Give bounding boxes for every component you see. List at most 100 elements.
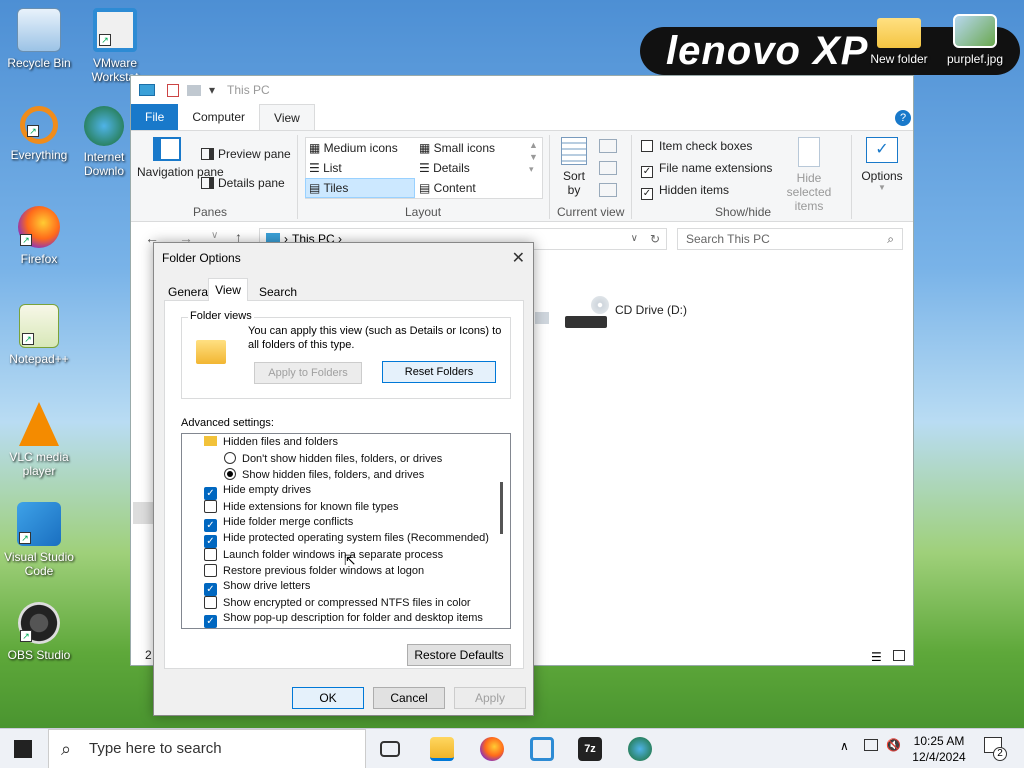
internet-download-taskbar-icon[interactable] (628, 737, 652, 761)
reset-folders-button[interactable]: Reset Folders (382, 361, 496, 383)
checkbox-checked[interactable]: ✓ (641, 166, 653, 178)
desktop-icon-vlc[interactable]: VLC media player (0, 402, 78, 478)
desktop-icon-recycle-bin[interactable]: Recycle Bin (0, 8, 78, 70)
cd-drive-item[interactable]: CD Drive (D:) (565, 296, 725, 332)
group-label-panes: Panes (193, 205, 228, 219)
layout-tiles[interactable]: ▤ Tiles (309, 181, 348, 195)
recent-locations-icon[interactable]: ∨ (211, 230, 218, 241)
mouse-cursor-icon: ⇱ (344, 552, 356, 568)
layout-medium-icons[interactable]: ▦ Medium icons (309, 141, 398, 155)
tab-search[interactable]: Search (259, 285, 297, 299)
show-hidden-icons-icon[interactable]: ∧ (840, 739, 849, 753)
setting-restore-previous-windows[interactable]: Restore previous folder windows at logon (204, 564, 424, 577)
taskbar-search-input[interactable]: ⌕ Type here to search (48, 729, 366, 768)
drive-partial-icon (535, 312, 549, 324)
7zip-taskbar-icon[interactable]: 7z (578, 737, 602, 761)
setting-hide-extensions[interactable]: Hide extensions for known file types (204, 500, 398, 513)
hide-selected-items-button[interactable]: Hide selected items (773, 137, 845, 213)
details-icon: ☰ (419, 161, 434, 175)
setting-hide-protected-os-files[interactable]: ✓ Hide protected operating system files (… (204, 532, 489, 548)
checkbox-unchecked[interactable] (641, 140, 653, 152)
item-check-boxes-toggle[interactable]: Item check boxes (641, 139, 752, 153)
restore-defaults-button[interactable]: Restore Defaults (407, 644, 511, 666)
tab-file[interactable]: File (131, 104, 179, 130)
radio-unselected[interactable] (224, 452, 236, 464)
sort-by-button[interactable]: Sort by (559, 137, 589, 197)
tab-computer[interactable]: Computer (178, 104, 259, 130)
large-icons-view-icon[interactable] (893, 650, 905, 661)
add-columns-icon[interactable] (599, 161, 617, 175)
size-columns-icon[interactable] (599, 183, 617, 197)
setting-show-popup-description[interactable]: ✓ Show pop-up description for folder and … (204, 612, 483, 628)
apply-to-folders-button[interactable]: Apply to Folders (254, 362, 362, 384)
layout-scroll-arrows[interactable]: ▲ ▼ ▾ (529, 139, 538, 175)
desktop-icon-vscode[interactable]: ↗ Visual Studio Code (0, 502, 78, 578)
help-icon[interactable]: ? (895, 110, 911, 126)
sidebar-scroll-thumb[interactable] (133, 502, 153, 524)
desktop-icon-purplef[interactable]: purplef.jpg (936, 14, 1014, 66)
tab-view[interactable]: View (259, 104, 315, 130)
checkbox-checked[interactable]: ✓ (204, 615, 217, 628)
volume-muted-icon[interactable]: 🔇 (886, 738, 901, 752)
setting-hide-empty-drives[interactable]: ✓ Hide empty drives (204, 484, 311, 500)
setting-show-hidden[interactable]: Show hidden files, folders, and drives (224, 468, 424, 481)
layout-content[interactable]: ▤ Content (419, 181, 476, 195)
layout-small-icons[interactable]: ▦ Small icons (419, 141, 495, 155)
radio-selected[interactable] (224, 468, 236, 480)
firefox-taskbar-icon[interactable] (480, 737, 504, 761)
advanced-settings-list[interactable]: Hidden files and folders Don't show hidd… (181, 433, 511, 629)
desktop-icon-new-folder[interactable]: New folder (860, 14, 938, 66)
vmware-taskbar-icon[interactable] (530, 737, 554, 761)
setting-dont-show-hidden[interactable]: Don't show hidden files, folders, or dri… (224, 452, 442, 465)
details-pane-button[interactable]: Details pane (201, 176, 285, 190)
cancel-button[interactable]: Cancel (373, 687, 445, 709)
options-button[interactable]: ✓ Options ▼ (859, 137, 905, 192)
refresh-icon[interactable]: ↻ (650, 229, 660, 249)
navigation-pane-button[interactable]: Navigation pane (137, 137, 224, 179)
list-scrollbar-thumb[interactable] (500, 482, 503, 534)
task-view-icon[interactable] (380, 741, 400, 757)
checkbox-checked[interactable]: ✓ (204, 535, 217, 548)
setting-show-encrypted-color[interactable]: Show encrypted or compressed NTFS files … (204, 596, 471, 609)
desktop-icon-vmware[interactable]: ↗ VMware Workstat (76, 8, 154, 84)
checkbox-unchecked[interactable] (204, 564, 217, 577)
desktop-icon-obs[interactable]: ↗ OBS Studio (0, 602, 78, 662)
checkbox-unchecked[interactable] (204, 500, 217, 513)
setting-hide-merge-conflicts[interactable]: ✓ Hide folder merge conflicts (204, 516, 353, 532)
checkbox-unchecked[interactable] (204, 596, 217, 609)
search-input[interactable]: Search This PC ⌕ (677, 228, 903, 250)
dialog-close-icon[interactable]: ✕ (512, 248, 525, 268)
qat-dropdown-icon[interactable]: ▾ (209, 83, 215, 97)
group-by-icon[interactable] (599, 139, 617, 153)
address-dropdown-icon[interactable]: ∨ (631, 229, 638, 249)
checkbox-checked[interactable]: ✓ (204, 583, 217, 596)
desktop-icon-firefox[interactable]: ↗ Firefox (0, 206, 78, 266)
medium-icons-icon: ▦ (309, 141, 324, 155)
details-view-icon[interactable]: ☰ (871, 650, 882, 664)
desktop-icon-everything[interactable]: ↗ Everything (0, 106, 78, 162)
hidden-items-toggle[interactable]: ✓ Hidden items (641, 183, 729, 200)
layout-details[interactable]: ☰ Details (419, 161, 470, 175)
checkbox-checked[interactable]: ✓ (204, 487, 217, 500)
preview-pane-button[interactable]: Preview pane (201, 147, 291, 161)
quick-access-toolbar-icon[interactable] (167, 83, 179, 97)
setting-show-drive-letters[interactable]: ✓ Show drive letters (204, 580, 310, 596)
desktop-icon-label: OBS Studio (7, 648, 71, 662)
tab-view-active[interactable]: View (208, 278, 248, 301)
file-explorer-taskbar-icon[interactable] (430, 737, 454, 761)
apply-button[interactable]: Apply (454, 687, 526, 709)
checkbox-checked[interactable]: ✓ (204, 519, 217, 532)
network-icon[interactable] (864, 739, 878, 751)
setting-launch-separate-process[interactable]: Launch folder windows in a separate proc… (204, 548, 443, 561)
desktop-icon-notepadpp[interactable]: ↗ Notepad++ (0, 304, 78, 366)
ok-button[interactable]: OK (292, 687, 364, 709)
desktop-icon-internet-download[interactable]: Internet Downlo (76, 106, 132, 178)
file-name-extensions-toggle[interactable]: ✓ File name extensions (641, 161, 772, 178)
tab-general[interactable]: General (168, 285, 211, 299)
shortcut-arrow-icon: ↗ (99, 34, 111, 46)
clock[interactable]: 10:25 AM 12/4/2024 (906, 733, 972, 765)
checkbox-checked[interactable]: ✓ (641, 188, 653, 200)
layout-list[interactable]: ☰ List (309, 161, 342, 175)
start-button[interactable] (14, 740, 32, 758)
checkbox-unchecked[interactable] (204, 548, 217, 561)
